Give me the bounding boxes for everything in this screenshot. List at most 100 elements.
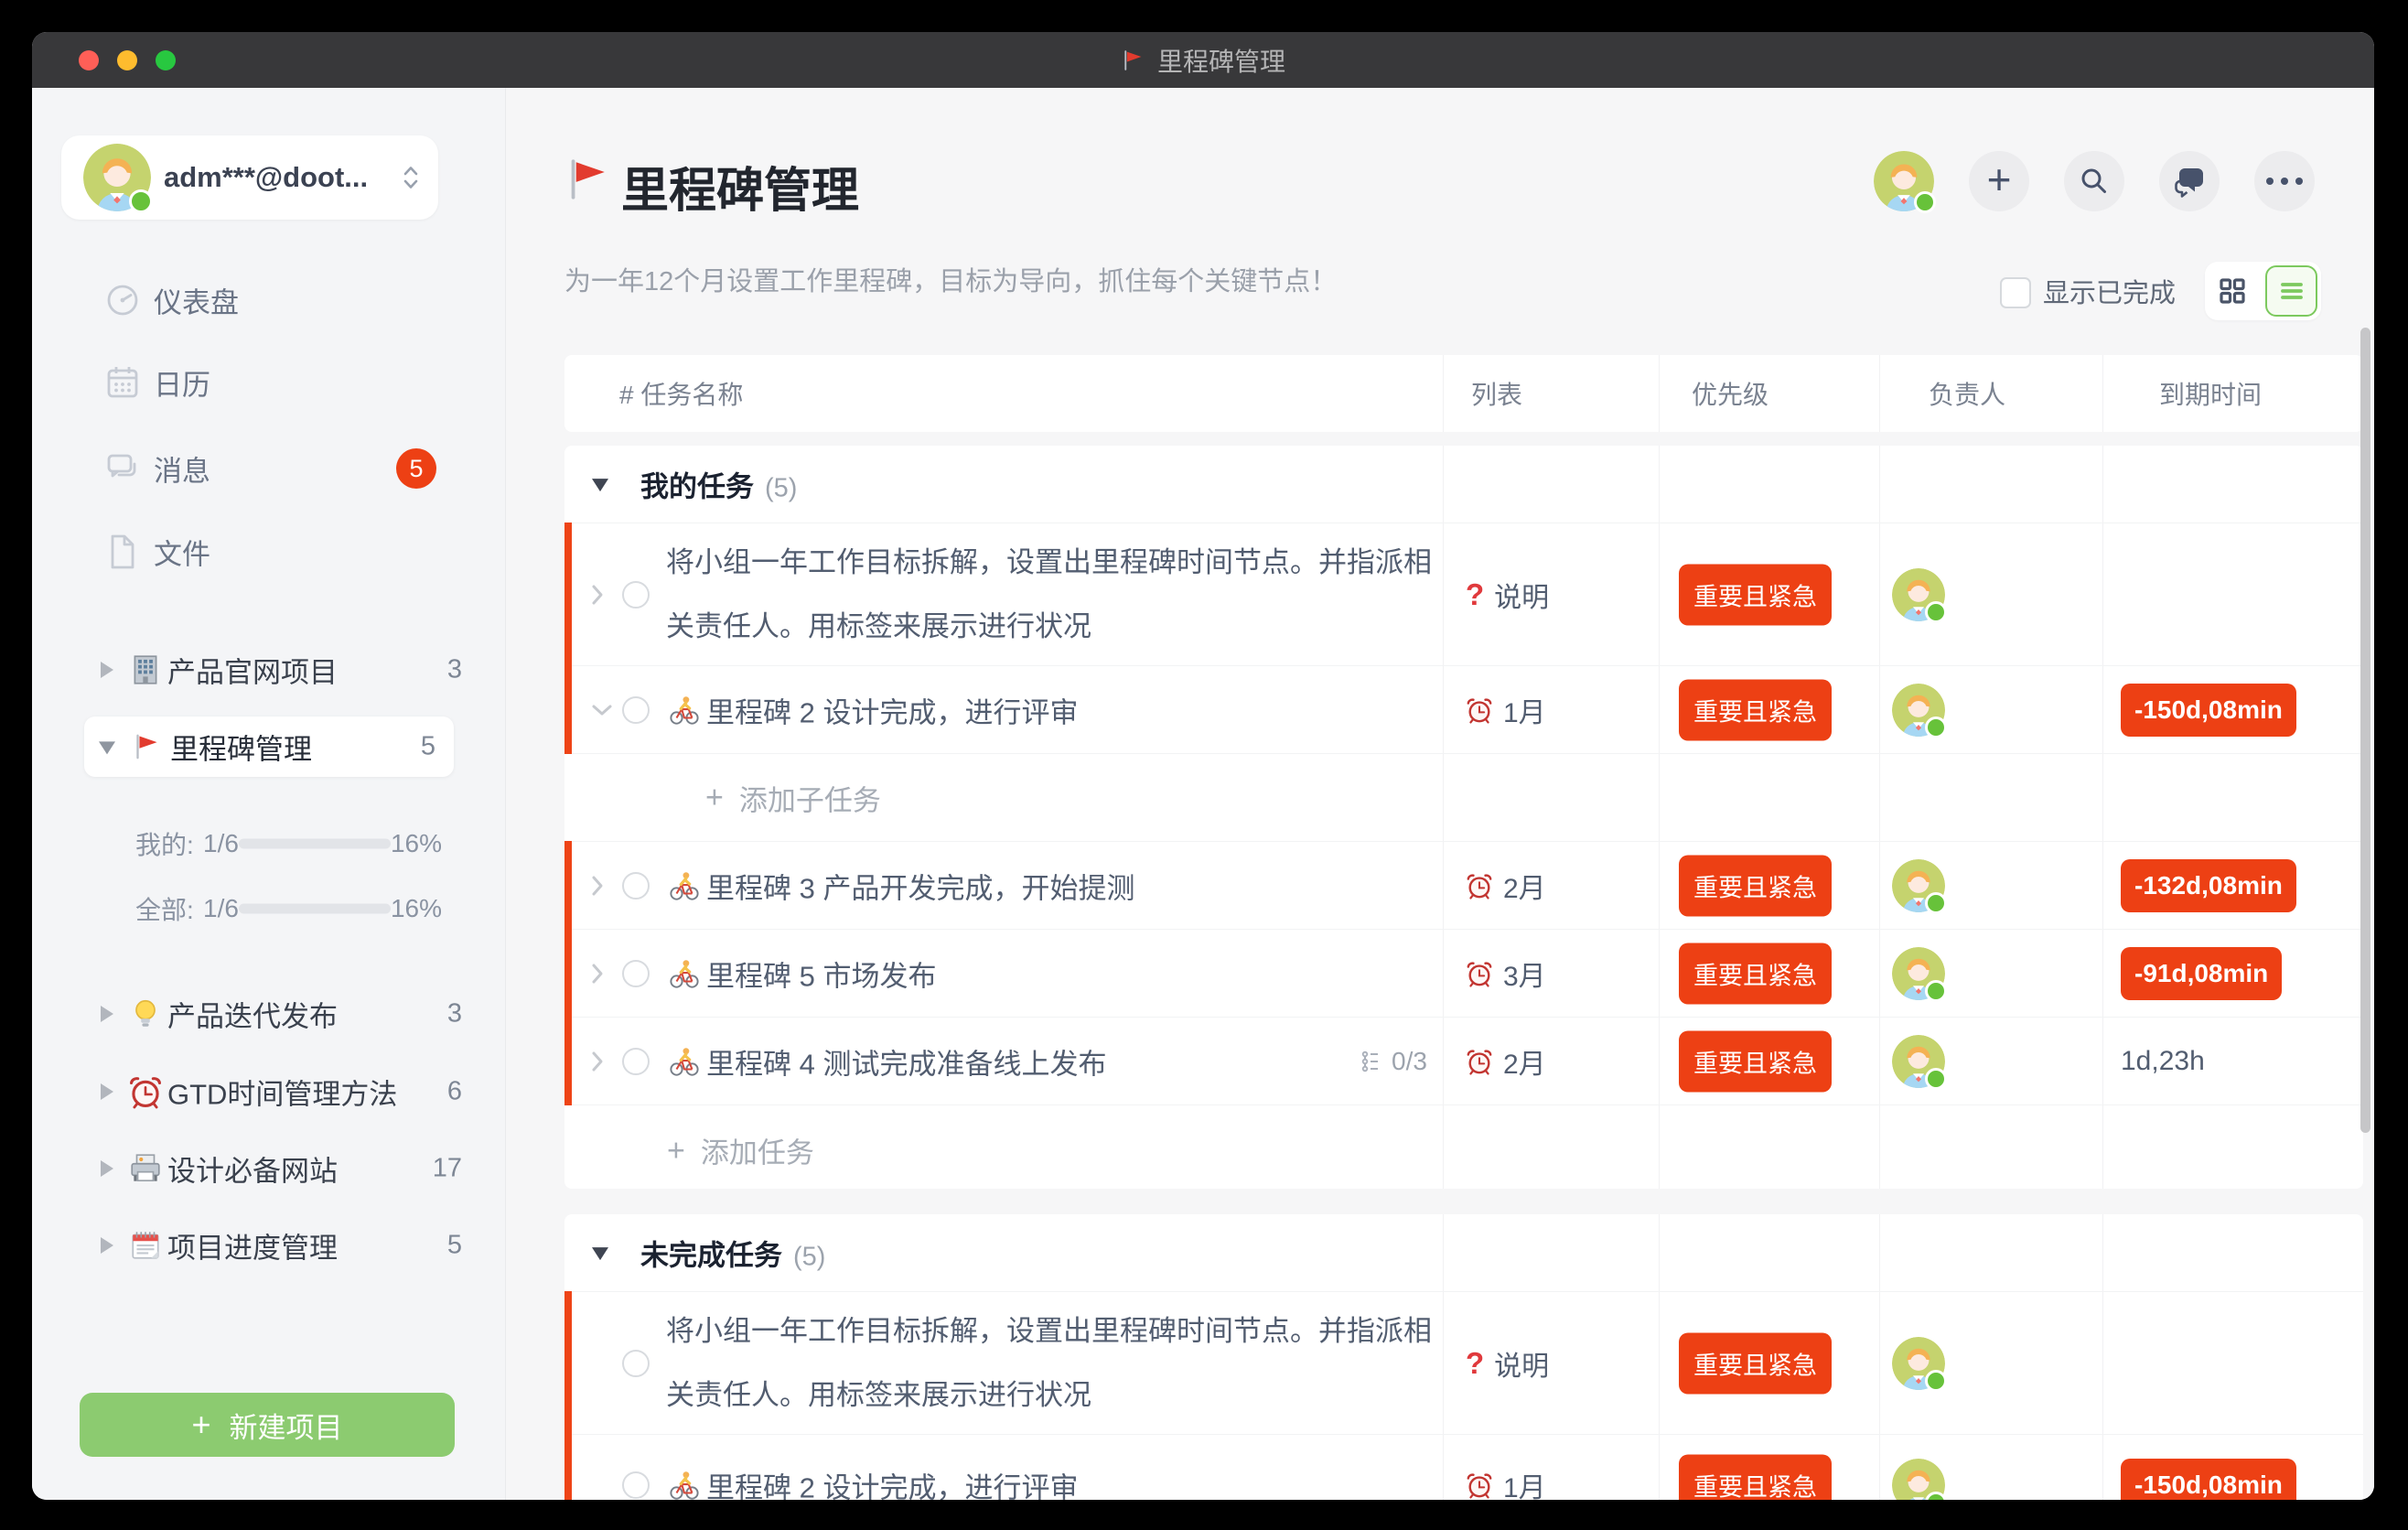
task-row[interactable]: 将小组一年工作目标拆解，设置出里程碑时间节点。并指派相关责任人。用标签来展示进行…	[564, 523, 2363, 666]
priority-cell[interactable]: 重要且紧急	[1679, 1030, 1832, 1092]
progress-percent: 16%	[391, 894, 442, 923]
chevron-updown-icon[interactable]	[402, 164, 420, 191]
project-item-gtd[interactable]: GTD时间管理方法 6	[32, 1063, 505, 1120]
task-checkbox[interactable]	[622, 1048, 650, 1075]
list-cell[interactable]: ?说明	[1466, 1343, 1549, 1384]
window-title: 里程碑管理	[1157, 42, 1285, 79]
add-subtask-row[interactable]: +添加子任务	[564, 754, 2363, 842]
project-item-design-sites[interactable]: 设计必备网站 17	[32, 1140, 505, 1197]
due-badge: -91d,08min	[2121, 947, 2282, 1000]
assignee-avatar[interactable]	[1892, 1337, 1945, 1390]
project-item-iteration[interactable]: 产品迭代发布 3	[32, 986, 505, 1042]
priority-badge: 重要且紧急	[1679, 564, 1832, 625]
task-checkbox[interactable]	[622, 960, 650, 987]
priority-cell[interactable]: 重要且紧急	[1679, 1332, 1832, 1394]
priority-cell[interactable]: 重要且紧急	[1679, 564, 1832, 625]
task-row[interactable]: 里程碑 5 市场发布 3月 重要且紧急 -91d,08min	[564, 930, 2363, 1018]
group-header[interactable]: 未完成任务 (5)	[564, 1214, 2363, 1292]
priority-cell[interactable]: 重要且紧急	[1679, 679, 1832, 740]
calendar-page-icon	[128, 1228, 163, 1263]
bike-icon	[669, 870, 700, 901]
priority-cell[interactable]: 重要且紧急	[1679, 855, 1832, 916]
chevron-right-icon[interactable]	[590, 874, 605, 898]
online-dot	[1925, 601, 1947, 623]
chevron-right-icon[interactable]	[590, 962, 605, 986]
assignee-avatar[interactable]	[1892, 947, 1945, 1000]
close-window-button[interactable]	[79, 50, 99, 70]
priority-badge: 重要且紧急	[1679, 679, 1832, 740]
vertical-scrollbar[interactable]	[2360, 328, 2370, 1133]
desktop: { "window": { "title": "里程碑管理" }, "sideb…	[0, 0, 2408, 1530]
priority-badge: 重要且紧急	[1679, 855, 1832, 916]
task-row[interactable]: 里程碑 2 设计完成，进行评审 1月 重要且紧急 -150d,08min	[564, 1435, 2363, 1500]
chat-button[interactable]	[2159, 151, 2220, 211]
user-account-card[interactable]: adm***@doot...	[61, 135, 438, 220]
assignee-avatar[interactable]	[1892, 568, 1945, 621]
expand-arrow-icon[interactable]	[101, 1083, 113, 1100]
task-row[interactable]: 里程碑 3 产品开发完成，开始提测 2月 重要且紧急 -132d,08min	[564, 842, 2363, 930]
collapse-triangle-icon[interactable]	[592, 1247, 608, 1260]
project-item-schedule[interactable]: 项目进度管理 5	[32, 1217, 505, 1274]
grid-view-icon[interactable]	[2216, 275, 2249, 307]
collapse-arrow-icon[interactable]	[99, 741, 115, 754]
task-checkbox[interactable]	[622, 696, 650, 724]
project-label: 产品迭代发布	[167, 994, 338, 1035]
list-cell[interactable]: 1月	[1466, 690, 1546, 730]
due-cell: 1d,23h	[2121, 1046, 2205, 1077]
task-row[interactable]: 将小组一年工作目标拆解，设置出里程碑时间节点。并指派相关责任人。用标签来展示进行…	[564, 1292, 2363, 1435]
expand-arrow-icon[interactable]	[101, 1006, 113, 1022]
chevron-right-icon[interactable]	[590, 1050, 605, 1073]
list-cell[interactable]: ?说明	[1466, 575, 1549, 615]
assignee-avatar[interactable]	[1892, 1035, 1945, 1088]
expand-arrow-icon[interactable]	[101, 1237, 113, 1254]
task-row[interactable]: 里程碑 2 设计完成，进行评审 1月 重要且紧急 -150d,08min	[564, 666, 2363, 754]
alarm-clock-icon	[1466, 960, 1493, 987]
task-group-my-tasks: 我的任务 (5) 将小组一年工作目标拆解，设置出里程碑时间节点。并指派相关责任人…	[564, 446, 2363, 1189]
member-avatar[interactable]	[1874, 151, 1934, 211]
due-cell: -150d,08min	[2121, 684, 2296, 737]
assignee-avatar[interactable]	[1892, 859, 1945, 912]
user-avatar	[83, 144, 151, 211]
task-checkbox[interactable]	[622, 1350, 650, 1377]
assignee-avatar[interactable]	[1892, 684, 1945, 737]
priority-cell[interactable]: 重要且紧急	[1679, 943, 1832, 1004]
chevron-down-icon[interactable]	[590, 703, 614, 717]
sidebar-item-dashboard[interactable]: 仪表盘	[32, 273, 505, 328]
expand-arrow-icon[interactable]	[101, 1160, 113, 1177]
priority-cell[interactable]: 重要且紧急	[1679, 1455, 1832, 1501]
project-item-website[interactable]: 产品官网项目 3	[32, 641, 505, 698]
sidebar-item-files[interactable]: 文件	[32, 524, 505, 579]
list-view-button-active[interactable]	[2265, 265, 2317, 317]
project-item-milestone-selected[interactable]: 里程碑管理 5	[84, 717, 454, 777]
flag-icon	[132, 732, 161, 761]
zoom-window-button[interactable]	[156, 50, 176, 70]
collapse-triangle-icon[interactable]	[592, 479, 608, 491]
chat-bubbles-icon	[102, 448, 143, 489]
list-cell[interactable]: 1月	[1466, 1465, 1546, 1500]
priority-badge: 重要且紧急	[1679, 1030, 1832, 1092]
add-member-button[interactable]: +	[1969, 151, 2029, 211]
main-content: 里程碑管理 为一年12个月设置工作里程碑，目标为导向，抓住每个关键节点！ + 显…	[506, 88, 2374, 1500]
task-row[interactable]: 里程碑 4 测试完成准备线上发布 0/3 2月 重要且紧急 1d,23h	[564, 1018, 2363, 1105]
expand-arrow-icon[interactable]	[101, 662, 113, 678]
new-project-button[interactable]: + 新建项目	[80, 1393, 455, 1457]
task-checkbox[interactable]	[622, 1471, 650, 1499]
search-button[interactable]	[2064, 151, 2124, 211]
list-cell[interactable]: 2月	[1466, 1041, 1546, 1082]
task-group-incomplete: 未完成任务 (5) 将小组一年工作目标拆解，设置出里程碑时间节点。并指派相关责任…	[564, 1214, 2363, 1500]
task-checkbox[interactable]	[622, 581, 650, 609]
add-task-row[interactable]: +添加任务	[564, 1105, 2363, 1189]
task-checkbox[interactable]	[622, 872, 650, 900]
more-button[interactable]	[2254, 151, 2315, 211]
sidebar-item-messages[interactable]: 消息 5	[32, 441, 505, 496]
sidebar-item-calendar[interactable]: 日历	[32, 355, 505, 410]
window-titlebar: 里程碑管理	[32, 32, 2374, 88]
show-completed-checkbox[interactable]	[2000, 277, 2031, 308]
task-name: 里程碑 2 设计完成，进行评审	[706, 689, 1078, 730]
assignee-avatar[interactable]	[1892, 1459, 1945, 1500]
list-cell[interactable]: 2月	[1466, 866, 1546, 906]
chevron-right-icon[interactable]	[590, 583, 605, 607]
group-header[interactable]: 我的任务 (5)	[564, 446, 2363, 523]
minimize-window-button[interactable]	[117, 50, 137, 70]
list-cell[interactable]: 3月	[1466, 954, 1546, 994]
